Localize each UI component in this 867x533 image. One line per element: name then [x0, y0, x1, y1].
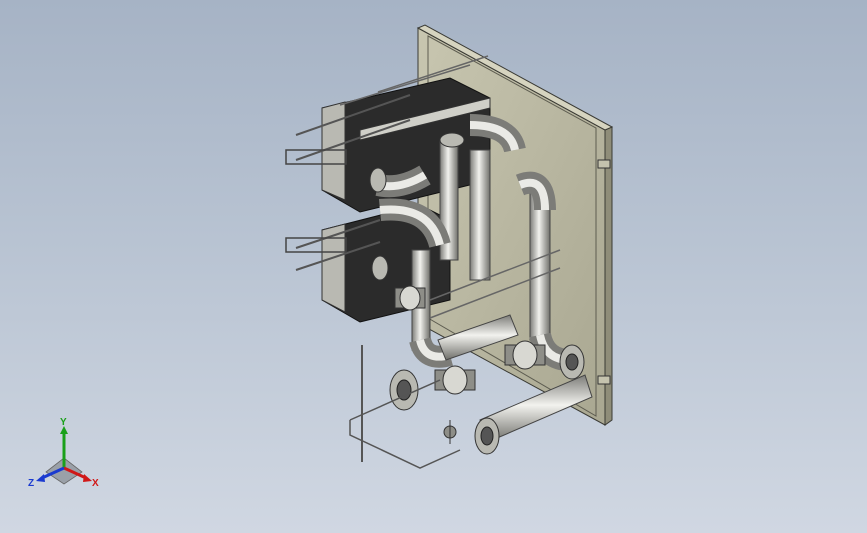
valve-2[interactable]	[504, 340, 546, 370]
flange-upper-left[interactable]	[369, 167, 387, 193]
flange-middle-left[interactable]	[371, 255, 389, 281]
valve-3[interactable]	[394, 285, 426, 311]
flange-top[interactable]	[439, 132, 465, 148]
triad-y-label: Y	[60, 418, 67, 428]
flange-right[interactable]	[559, 344, 585, 380]
cad-3d-viewport[interactable]	[0, 0, 867, 533]
valve-handwheel[interactable]	[443, 420, 457, 444]
coordinate-triad: Y X Z	[28, 418, 99, 489]
triad-z-arrow	[36, 474, 45, 482]
triad-x-arrow	[83, 474, 92, 482]
flange-bottom[interactable]	[474, 417, 500, 455]
pipe-vertical-2[interactable]	[529, 189, 551, 341]
pipe-vertical-1[interactable]	[469, 149, 491, 281]
triad-z-label: Z	[28, 478, 34, 489]
triad-x-label: X	[92, 478, 99, 489]
flange-left[interactable]	[389, 369, 419, 411]
valve-1[interactable]	[434, 365, 476, 395]
